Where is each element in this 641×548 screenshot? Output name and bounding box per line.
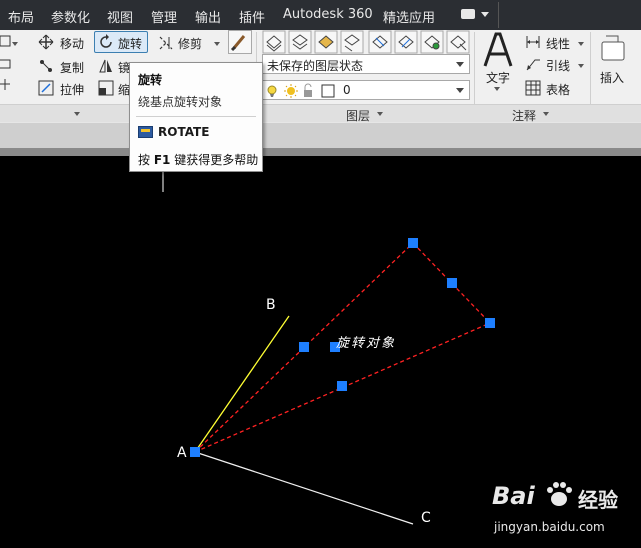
menu-plugins[interactable]: 插件 — [239, 7, 265, 26]
menu-view[interactable]: 视图 — [107, 7, 133, 26]
menu-divider — [498, 2, 499, 28]
autocad-window: 布局 参数化 视图 管理 输出 插件 Autodesk 360 精选应用 移动 — [0, 0, 641, 548]
tooltip-command: ROTATE — [158, 125, 210, 139]
label-a: A — [177, 445, 187, 461]
tooltip-title: 旋转 — [138, 73, 163, 87]
ribbon-panel-title-bar: 图层 注释 — [0, 104, 641, 123]
menu-autodesk360[interactable]: Autodesk 360 — [283, 7, 373, 22]
tooltip-divider — [136, 116, 256, 117]
move-icon — [38, 34, 54, 50]
baidu-watermark: Bai 经验 jingyan.baidu.com — [492, 478, 638, 544]
linear-chevron-down-icon[interactable] — [578, 42, 584, 46]
grip-mid-lower[interactable] — [337, 381, 347, 391]
linear-button[interactable]: 线性 — [546, 35, 570, 52]
menu-featured-apps[interactable]: 精选应用 — [383, 7, 435, 26]
trim-button[interactable]: 修剪 — [178, 35, 202, 52]
help-prefix: 按 — [138, 153, 154, 167]
layer-status-icons — [267, 83, 367, 99]
linear-dimension-icon — [526, 36, 540, 48]
stretch-icon — [38, 80, 54, 96]
paw-icon — [547, 482, 572, 506]
grip-top[interactable] — [408, 238, 418, 248]
layers-panel-expand-icon[interactable] — [377, 112, 383, 116]
rotate-tooltip: 旋转 绕基点旋转对象 ROTATE 按 F1 键获得更多帮助 — [129, 62, 263, 172]
stretch-button[interactable]: 拉伸 — [60, 81, 84, 98]
help-suffix: 键获得更多帮助 — [170, 153, 259, 167]
insert-button[interactable]: 插入 — [600, 69, 624, 86]
table-icon — [525, 80, 541, 96]
text-chevron-down-icon[interactable] — [494, 87, 500, 91]
grip-mid-right[interactable] — [447, 278, 457, 288]
copy-button[interactable]: 复制 — [60, 59, 84, 76]
label-b: B — [266, 297, 276, 313]
label-c: C — [421, 510, 431, 526]
layer-name: 0 — [343, 83, 351, 97]
text-button[interactable]: 文字 — [486, 69, 510, 86]
help-key: F1 — [153, 153, 171, 167]
rotate-label: 旋转 — [118, 37, 143, 51]
layer-state-value: 未保存的图层状态 — [267, 59, 364, 73]
leader-chevron-down-icon[interactable] — [578, 64, 584, 68]
dropdown-arrow-icon — [456, 88, 464, 93]
menu-bar: 布局 参数化 视图 管理 输出 插件 Autodesk 360 精选应用 — [0, 0, 641, 30]
table-button[interactable]: 表格 — [546, 81, 570, 98]
chevron-down-icon[interactable] — [12, 42, 18, 46]
modify-panel-expand-icon[interactable] — [74, 112, 80, 116]
menu-manage[interactable]: 管理 — [151, 7, 177, 26]
tooltip-help: 按 F1 键获得更多帮助 — [138, 151, 258, 168]
copy-icon — [40, 60, 52, 72]
layer-dropdown[interactable]: 0 — [262, 80, 470, 100]
command-line-icon — [138, 126, 153, 138]
move-button[interactable]: 移动 — [60, 35, 84, 52]
leader-button[interactable]: 引线 — [546, 57, 570, 74]
watermark-url: jingyan.baidu.com — [494, 520, 605, 534]
ribbon: 移动 旋转 修剪 复制 镜 拉伸 缩 未保存的图层状态 0 文字 线性 引线 表… — [0, 30, 641, 123]
watermark-jingyan: 经验 — [578, 488, 618, 512]
mirror-icon — [99, 59, 112, 73]
dropdown-arrow-icon — [456, 62, 464, 67]
layer-state-dropdown[interactable]: 未保存的图层状态 — [262, 54, 470, 74]
watermark-brand: Bai — [492, 482, 535, 510]
line-ac[interactable] — [194, 451, 414, 525]
grip-right[interactable] — [485, 318, 495, 328]
menu-layout[interactable]: 布局 — [8, 7, 34, 26]
trim-icon — [159, 36, 173, 50]
leader-icon — [526, 59, 540, 71]
text-large-icon — [483, 32, 513, 67]
grip-a[interactable] — [190, 447, 200, 457]
menu-output[interactable]: 输出 — [195, 7, 221, 26]
rotate-icon — [100, 34, 112, 48]
menu-parametric[interactable]: 参数化 — [51, 7, 90, 26]
match-properties-icon[interactable] — [228, 30, 252, 54]
tooltip-description: 绕基点旋转对象 — [138, 95, 223, 109]
video-icon[interactable] — [461, 8, 489, 22]
scale-icon — [98, 80, 114, 96]
annotation-panel-expand-icon[interactable] — [543, 112, 549, 116]
rotate-button[interactable]: 旋转 — [94, 31, 148, 53]
insert-block-icon — [601, 35, 625, 61]
layer-tools-icons[interactable] — [262, 30, 472, 54]
grip-mid-upper[interactable] — [299, 342, 309, 352]
rotated-text-object[interactable]: 旋转对象 — [336, 332, 396, 351]
viewport-border — [0, 148, 641, 156]
trim-chevron-down-icon[interactable] — [214, 42, 220, 46]
